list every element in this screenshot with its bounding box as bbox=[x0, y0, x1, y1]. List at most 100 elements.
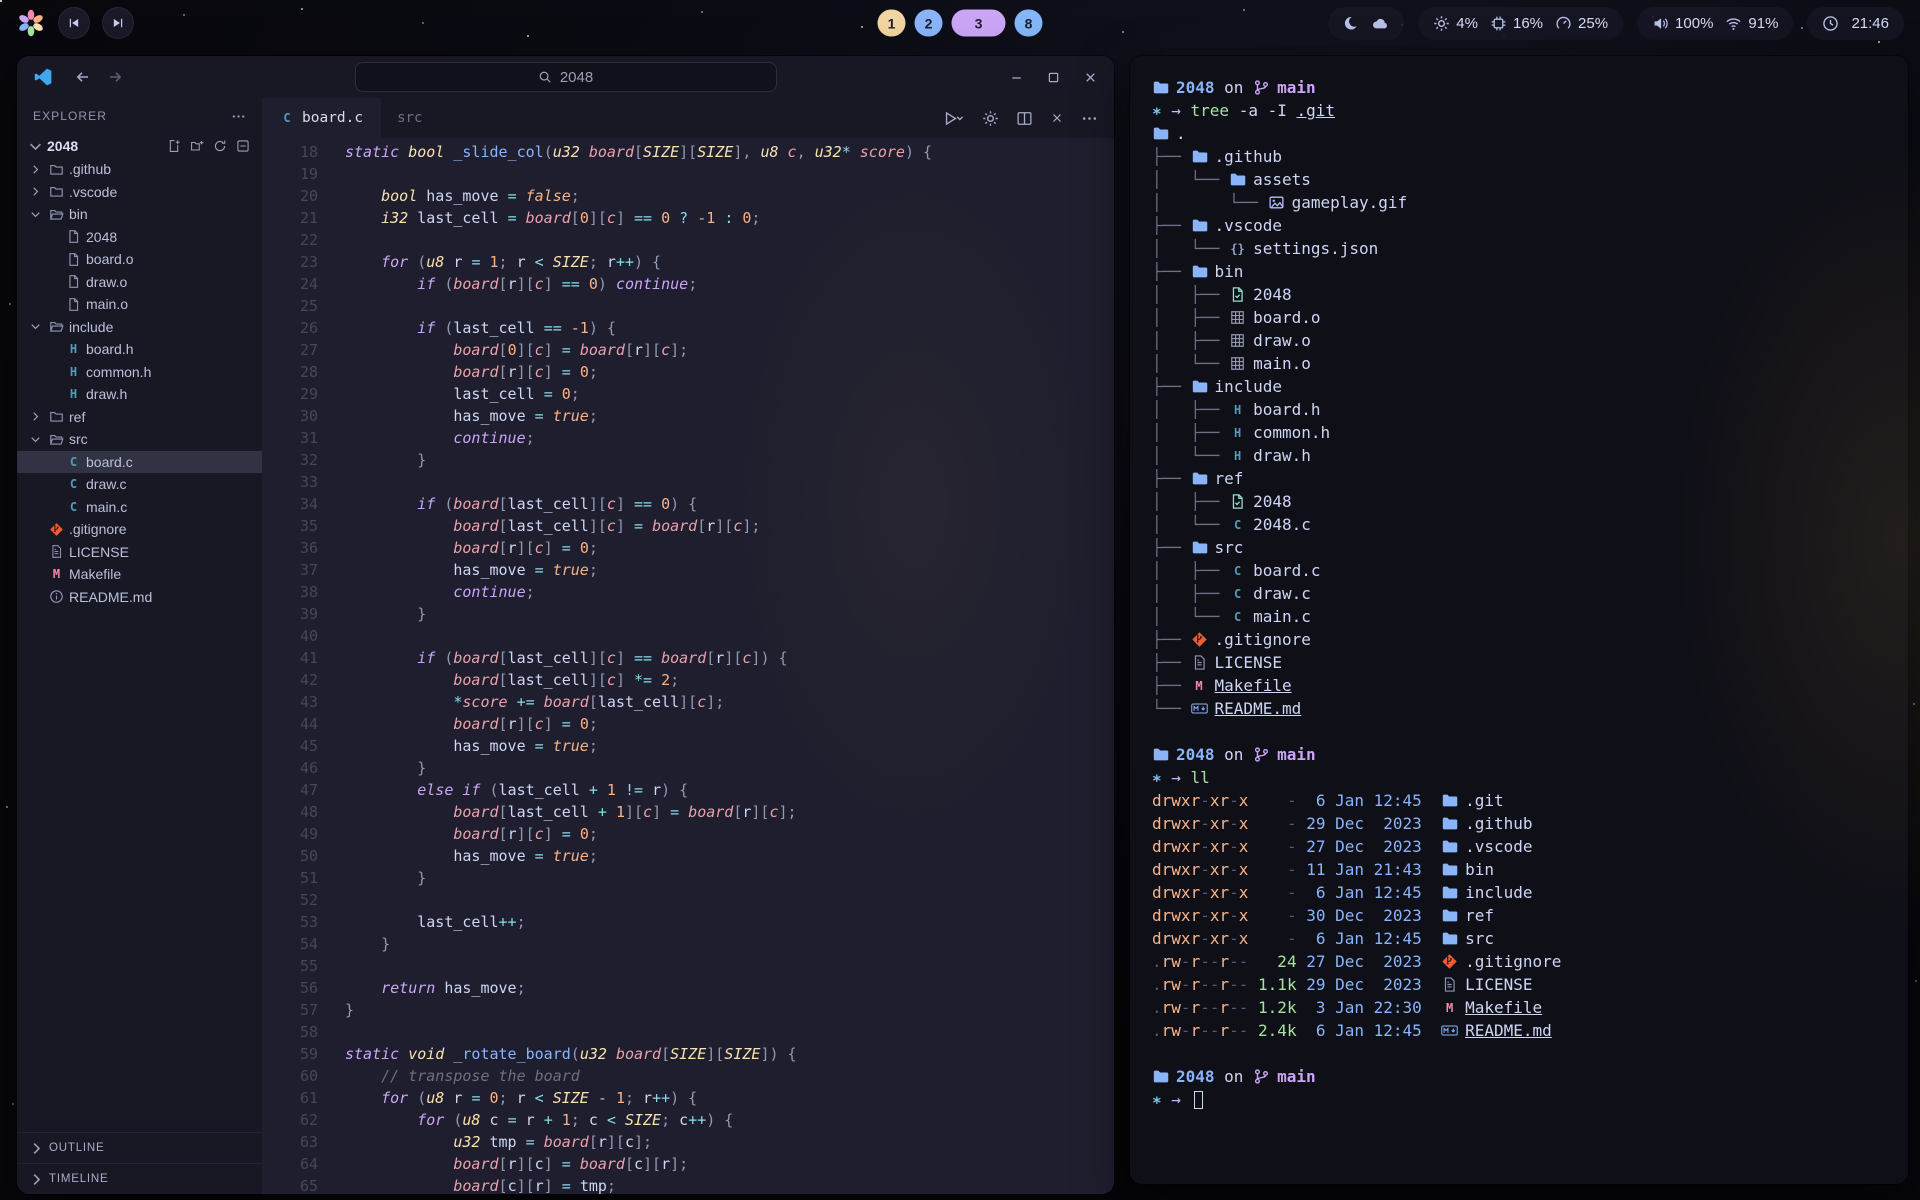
terminal-line: ├── include bbox=[1152, 375, 1886, 398]
workspace-pill-1[interactable]: 1 bbox=[878, 10, 906, 37]
new-folder-icon[interactable] bbox=[190, 139, 204, 153]
terminal-line: │ └── Hdraw.h bbox=[1152, 444, 1886, 467]
refresh-icon[interactable] bbox=[213, 139, 227, 153]
workspace-pill-8[interactable]: 8 bbox=[1015, 10, 1043, 37]
vscode-titlebar[interactable]: 2048 bbox=[17, 56, 1114, 98]
tab-board-c[interactable]: C board.c bbox=[262, 98, 381, 138]
chev-d-icon bbox=[29, 320, 42, 333]
explorer-item-draw-c[interactable]: Cdraw.c bbox=[17, 473, 262, 496]
explorer-item-label: draw.o bbox=[86, 274, 127, 290]
explorer-item-draw-o[interactable]: draw.o bbox=[17, 271, 262, 294]
disk-gauge-icon bbox=[1555, 15, 1572, 32]
explorer-more-icon[interactable] bbox=[231, 109, 246, 124]
code-line: 60 // transpose the board bbox=[262, 1065, 1114, 1087]
terminal-window[interactable]: 2048 on main∗ → tree -a -I .git.├── .git… bbox=[1130, 56, 1908, 1184]
explorer-item-draw-h[interactable]: Hdraw.h bbox=[17, 383, 262, 406]
explorer-item-readme-md[interactable]: README.md bbox=[17, 586, 262, 609]
run-file-icon[interactable] bbox=[943, 110, 965, 127]
split-editor-icon[interactable] bbox=[1016, 110, 1033, 127]
file-icon bbox=[66, 274, 81, 289]
explorer-item-ref[interactable]: ref bbox=[17, 406, 262, 429]
explorer-item--github[interactable]: .github bbox=[17, 158, 262, 181]
skip-forward-icon bbox=[111, 16, 125, 30]
clock-icon bbox=[1822, 15, 1839, 32]
minimize-button[interactable] bbox=[1009, 70, 1024, 85]
explorer-item-makefile[interactable]: MMakefile bbox=[17, 563, 262, 586]
nav-back-icon[interactable] bbox=[75, 69, 91, 85]
explorer-item-label: board.c bbox=[86, 454, 133, 470]
explorer-item-main-c[interactable]: Cmain.c bbox=[17, 496, 262, 519]
clang-icon: C bbox=[66, 477, 81, 492]
terminal-line: 2048 on main bbox=[1152, 76, 1886, 99]
vscode-logo-icon bbox=[33, 67, 53, 87]
terminal-line: drwxr-xr-x - 6 Jan 12:45 src bbox=[1152, 927, 1886, 950]
explorer-item--vscode[interactable]: .vscode bbox=[17, 181, 262, 204]
folder-icon bbox=[1441, 861, 1458, 878]
more-actions-icon[interactable] bbox=[1081, 110, 1098, 127]
terminal-cursor bbox=[1194, 1091, 1203, 1109]
explorer-item-license[interactable]: LICENSE bbox=[17, 541, 262, 564]
terminal-line: │ └── C2048.c bbox=[1152, 513, 1886, 536]
terminal-line: ├── MMakefile bbox=[1152, 674, 1886, 697]
explorer-item-src[interactable]: src bbox=[17, 428, 262, 451]
explorer-item-label: main.o bbox=[86, 296, 128, 312]
folder-icon bbox=[1191, 378, 1208, 395]
code-line: 52 bbox=[262, 889, 1114, 911]
close-button[interactable] bbox=[1083, 70, 1098, 85]
media-next-button[interactable] bbox=[102, 7, 134, 39]
close-editor-icon[interactable] bbox=[1050, 111, 1064, 125]
explorer-item-board-c[interactable]: Cboard.c bbox=[17, 451, 262, 474]
explorer-item-2048[interactable]: 2048 bbox=[17, 226, 262, 249]
code-line: 19 bbox=[262, 163, 1114, 185]
outline-section[interactable]: OUTLINE bbox=[17, 1132, 262, 1163]
workspace-pill-2[interactable]: 2 bbox=[915, 10, 943, 37]
branch-icon bbox=[1253, 1068, 1270, 1085]
explorer-root-folder[interactable]: 2048 bbox=[17, 134, 262, 158]
explorer-item--gitignore[interactable]: .gitignore bbox=[17, 518, 262, 541]
explorer-tree: .github.vscodebin2048 board.o draw.o main.o… bbox=[17, 158, 262, 608]
system-stats-module: 4% 16% 25% bbox=[1418, 7, 1623, 40]
collapse-all-icon[interactable] bbox=[236, 139, 250, 153]
new-file-icon[interactable] bbox=[167, 139, 181, 153]
explorer-item-common-h[interactable]: Hcommon.h bbox=[17, 361, 262, 384]
explorer-item-board-o[interactable]: board.o bbox=[17, 248, 262, 271]
clock-module: 21:46 bbox=[1807, 7, 1904, 40]
nav-forward-icon[interactable] bbox=[107, 69, 123, 85]
workspace-pill-3[interactable]: 3 bbox=[952, 10, 1006, 37]
git-icon bbox=[1441, 953, 1458, 970]
explorer-item-main-o[interactable]: main.o bbox=[17, 293, 262, 316]
explorer-header: EXPLORER bbox=[33, 109, 107, 123]
tab-filename: board.c bbox=[302, 110, 363, 126]
command-search-input[interactable]: 2048 bbox=[355, 62, 777, 92]
terminal-line: .rw-r--r-- 2.4k 6 Jan 12:45 README.md bbox=[1152, 1019, 1886, 1042]
terminal-line: .rw-r--r-- 1.1k 29 Dec 2023 LICENSE bbox=[1152, 973, 1886, 996]
wifi-icon bbox=[1725, 15, 1742, 32]
media-prev-button[interactable] bbox=[58, 7, 90, 39]
skip-back-icon bbox=[67, 16, 81, 30]
timeline-section[interactable]: TIMELINE bbox=[17, 1163, 262, 1194]
settings-gear-icon[interactable] bbox=[982, 110, 999, 127]
launcher-logo-icon[interactable] bbox=[16, 8, 46, 38]
explorer-item-label: draw.c bbox=[86, 476, 126, 492]
breadcrumb[interactable]: src bbox=[381, 98, 422, 138]
code-area[interactable]: 18static bool _slide_col(u32 board[SIZE]… bbox=[262, 138, 1114, 1194]
explorer-item-label: src bbox=[69, 431, 88, 447]
wifi-stat[interactable]: 91% bbox=[1725, 15, 1778, 32]
terminal-line: drwxr-xr-x - 27 Dec 2023 .vscode bbox=[1152, 835, 1886, 858]
maximize-button[interactable] bbox=[1046, 70, 1061, 85]
volume-stat[interactable]: 100% bbox=[1652, 15, 1713, 32]
explorer-item-label: main.c bbox=[86, 499, 127, 515]
explorer-item-bin[interactable]: bin bbox=[17, 203, 262, 226]
explorer-root-label: 2048 bbox=[47, 138, 78, 154]
code-line: 26 if (last_cell == -1) { bbox=[262, 317, 1114, 339]
editor-tabbar: C board.c src bbox=[262, 98, 1114, 138]
hlang-icon: H bbox=[1229, 401, 1246, 418]
code-line: 30 has_move = true; bbox=[262, 405, 1114, 427]
explorer-item-include[interactable]: include bbox=[17, 316, 262, 339]
explorer-item-board-h[interactable]: Hboard.h bbox=[17, 338, 262, 361]
code-line: 25 bbox=[262, 295, 1114, 317]
explorer-item-label: board.o bbox=[86, 251, 133, 267]
sfolder-icon bbox=[49, 409, 64, 424]
terminal-line: .rw-r--r-- 1.2k 3 Jan 22:30 MMakefile bbox=[1152, 996, 1886, 1019]
terminal-content: 2048 on main∗ → tree -a -I .git.├── .git… bbox=[1152, 76, 1886, 1111]
